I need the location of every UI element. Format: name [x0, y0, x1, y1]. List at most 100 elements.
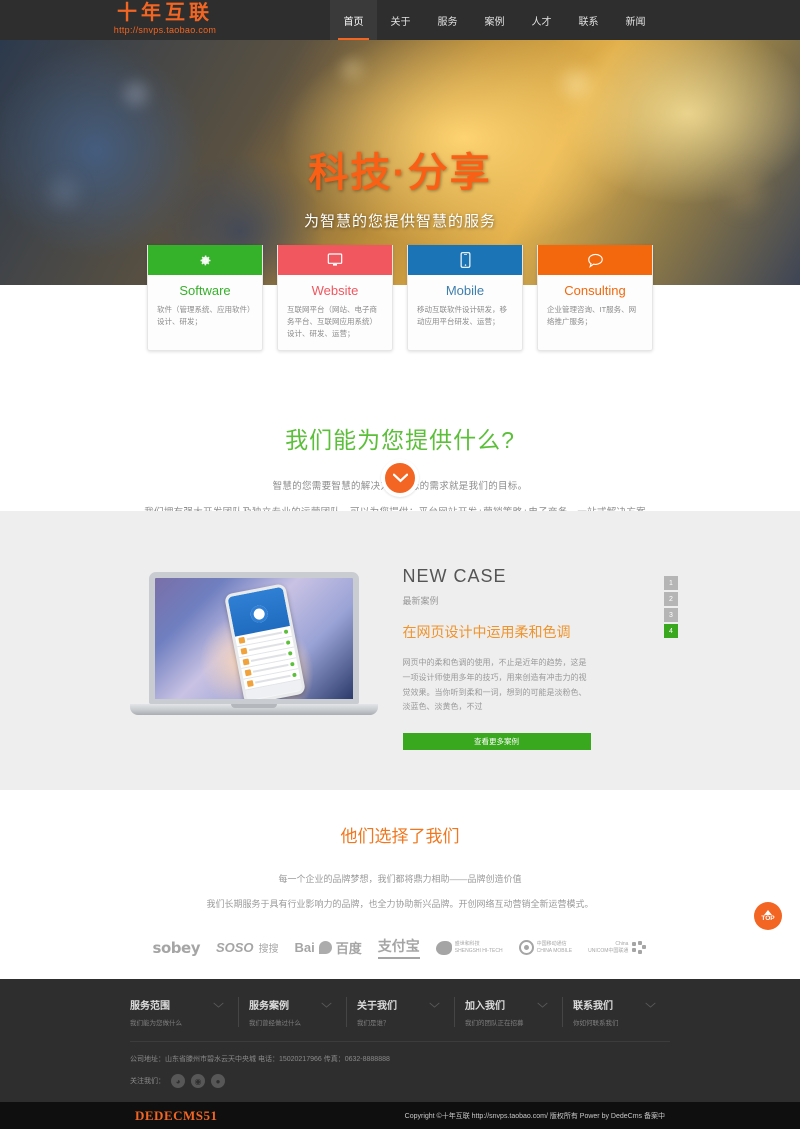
service-cards: Software 软件（管理系统、应用软件）设计、研发； Website 互联网…: [0, 245, 800, 351]
card-header-consulting: [538, 245, 652, 275]
laptop-mockup: [130, 572, 378, 715]
nav-item-contact[interactable]: 联系: [565, 0, 612, 40]
service-card-consulting[interactable]: Consulting 企业管理咨询、IT服务、网络推广服务；: [537, 245, 653, 351]
logo-url: http://snvps.taobao.com: [113, 25, 217, 35]
partner-logo-shengshi: 盛世和科技 SHENGSHI HI-TECH: [435, 940, 503, 955]
card-header-website: [278, 245, 392, 275]
new-case-section: NEW CASE 最新案例 在网页设计中运用柔和色调 网页中的柔和色调的使用，不…: [0, 511, 800, 791]
mobile-icon: [460, 252, 470, 268]
footer-col-sub: 我们的团队正在招募: [465, 1020, 524, 1028]
site-logo[interactable]: 十年互联 http://snvps.taobao.com: [0, 0, 330, 40]
footer-col-sub: 我们曾经做过什么: [249, 1020, 301, 1028]
view-more-cases-button[interactable]: 查看更多案例: [402, 733, 591, 751]
card-header-software: [148, 245, 262, 275]
china-mobile-cn-label: 中国移动通信: [536, 941, 567, 948]
pagination-item-1[interactable]: 1: [664, 576, 678, 590]
footer-col-about[interactable]: 关于我们 我们是谁？: [346, 997, 454, 1028]
footer-col-join[interactable]: 加入我们 我们的团队正在招募: [454, 997, 562, 1028]
case-image-column: [130, 566, 385, 750]
baidu-cn-label: 百度: [335, 941, 362, 957]
soso-wordmark: SOSO: [215, 940, 254, 956]
scroll-down-button[interactable]: [381, 459, 419, 497]
partner-logo-china-unicom: China UNICOM中国联通: [588, 940, 648, 955]
partner-logo-soso: SOSO 搜搜: [216, 940, 279, 955]
soso-cn-label: 搜搜: [258, 944, 279, 956]
main-nav: 首页 关于 服务 案例 人才 联系 新闻: [330, 0, 659, 40]
case-inner: NEW CASE 最新案例 在网页设计中运用柔和色调 网页中的柔和色调的使用，不…: [130, 566, 678, 751]
china-mobile-icon: [518, 940, 534, 956]
case-pagination: 1 2 3 4: [664, 576, 678, 638]
nav-item-home[interactable]: 首页: [330, 0, 377, 40]
partner-logo-baidu: Bai 百度: [295, 938, 362, 957]
case-subheading: 最新案例: [402, 596, 439, 606]
hero-subtitle: 为智慧的您提供智慧的服务: [303, 213, 496, 230]
baidu-wordmark: Bai: [294, 940, 315, 956]
nav-item-talent[interactable]: 人才: [518, 0, 565, 40]
weixin-icon[interactable]: ◉: [191, 1074, 205, 1089]
nav-item-services[interactable]: 服务: [424, 0, 471, 40]
nav-item-about[interactable]: 关于: [377, 0, 424, 40]
case-text-column: NEW CASE 最新案例 在网页设计中运用柔和色调 网页中的柔和色调的使用，不…: [402, 566, 678, 751]
chevron-down-icon: [213, 1002, 224, 1008]
china-unicom-cn-label: UNICOM中国联通: [588, 947, 629, 954]
nav-item-cases[interactable]: 案例: [471, 0, 518, 40]
gear-icon: [200, 255, 210, 265]
sobey-wordmark: sobey: [152, 938, 201, 957]
chevron-down-icon: [392, 473, 408, 483]
qq-icon[interactable]: ●: [211, 1074, 225, 1089]
site-header: 十年互联 http://snvps.taobao.com 首页 关于 服务 案例…: [0, 0, 800, 40]
case-article-title[interactable]: 在网页设计中运用柔和色调: [403, 622, 670, 642]
clients-section: 他们选择了我们 每一个企业的品牌梦想，我们都将鼎力相助——品牌创造价值 我们长期…: [0, 790, 800, 980]
case-article-excerpt: 网页中的柔和色调的使用，不止是近年的趋势，这是一项设计师使用多年的技巧，用来创造…: [402, 658, 587, 712]
pagination-item-2[interactable]: 2: [664, 592, 678, 606]
china-unicom-en-label: China: [615, 941, 629, 948]
service-card-mobile[interactable]: Mobile 移动互联软件设计研发，移动应用平台研发、运营；: [407, 245, 523, 351]
footer-col-sub: 你如何联系我们: [573, 1020, 619, 1028]
logo-text: 十年互联: [117, 2, 213, 24]
baidu-paw-icon: [318, 941, 332, 955]
card-title-software: Software: [179, 283, 231, 298]
card-desc-mobile: 移动互联软件设计研发，移动应用平台研发、运营；: [417, 305, 507, 326]
weibo-icon[interactable]: ◕: [171, 1074, 185, 1089]
footer-col-cases[interactable]: 服务案例 我们曾经做过什么: [238, 997, 346, 1028]
partner-logos: sobey SOSO 搜搜 Bai 百度 支付宝 盛世和科技 SHENGSHI H…: [0, 936, 800, 960]
card-title-consulting: Consulting: [564, 283, 626, 298]
footer-col-services[interactable]: 服务范围 我们能为您做什么: [130, 997, 238, 1027]
clients-title: 他们选择了我们: [340, 827, 460, 847]
card-body-mobile: Mobile 移动互联软件设计研发，移动应用平台研发、运营；: [408, 275, 522, 337]
footer-columns: 服务范围 我们能为您做什么 服务案例 我们曾经做过什么 关于我们 我们是谁？ 加…: [130, 997, 670, 1043]
clients-paragraph-1: 每一个企业的品牌梦想，我们都将鼎力相助——品牌创造价值: [278, 874, 522, 885]
chevron-down-icon: [537, 1002, 548, 1008]
arrow-up-icon: [764, 909, 772, 915]
laptop-base: [130, 704, 378, 715]
service-card-software[interactable]: Software 软件（管理系统、应用软件）设计、研发；: [147, 245, 263, 351]
alipay-wordmark: 支付宝: [377, 936, 420, 960]
clients-paragraph-2: 我们长期服务于具有行业影响力的品牌，也全力协助新兴品牌。开创网络互动营销全新运营…: [206, 899, 594, 910]
card-desc-software: 软件（管理系统、应用软件）设计、研发；: [157, 305, 251, 326]
shengshi-cn-label: 盛世和科技: [454, 941, 480, 948]
back-to-top-button[interactable]: TOP: [754, 902, 782, 930]
chevron-down-icon: [645, 1002, 656, 1008]
pagination-item-3[interactable]: 3: [664, 608, 678, 622]
footer-col-sub: 我们是谁？: [357, 1020, 390, 1028]
back-to-top-label: TOP: [761, 914, 775, 922]
footer-col-sub: 我们能为您做什么: [130, 1020, 182, 1028]
copyright-text: Copyright ©十年互联 http://snvps.taobao.com/…: [404, 1112, 665, 1120]
offer-title: 我们能为您提供什么?: [285, 427, 515, 453]
hero-title: 科技·分享: [308, 151, 492, 195]
case-heading: NEW CASE: [402, 566, 507, 586]
partner-logo-china-mobile: 中国移动通信 CHINA MOBILE: [518, 940, 572, 956]
card-header-mobile: [408, 245, 522, 275]
page-root: 十年互联 http://snvps.taobao.com 首页 关于 服务 案例…: [0, 0, 800, 1129]
service-card-website[interactable]: Website 互联网平台（网站、电子商务平台、互联网应用系统）设计、研发、运营…: [277, 245, 393, 351]
bottom-bar: DEDECMS51 Copyright ©十年互联 http://snvps.t…: [0, 1102, 800, 1129]
nav-item-news[interactable]: 新闻: [612, 0, 659, 40]
chevron-down-icon: [429, 1002, 440, 1008]
monitor-icon: [327, 253, 343, 266]
card-body-consulting: Consulting 企业管理咨询、IT服务、网络推广服务；: [538, 275, 652, 337]
pagination-item-4[interactable]: 4: [664, 624, 678, 638]
footer-address: 公司地址：山东省滕州市碧水云天中央城 电话：15020217966 传真：063…: [130, 1056, 390, 1064]
footer-col-contact[interactable]: 联系我们 你如何联系我们: [562, 997, 670, 1028]
footer-follow: 关注我们： ◕ ◉ ●: [130, 1074, 670, 1102]
chevron-down-icon: [321, 1002, 332, 1008]
